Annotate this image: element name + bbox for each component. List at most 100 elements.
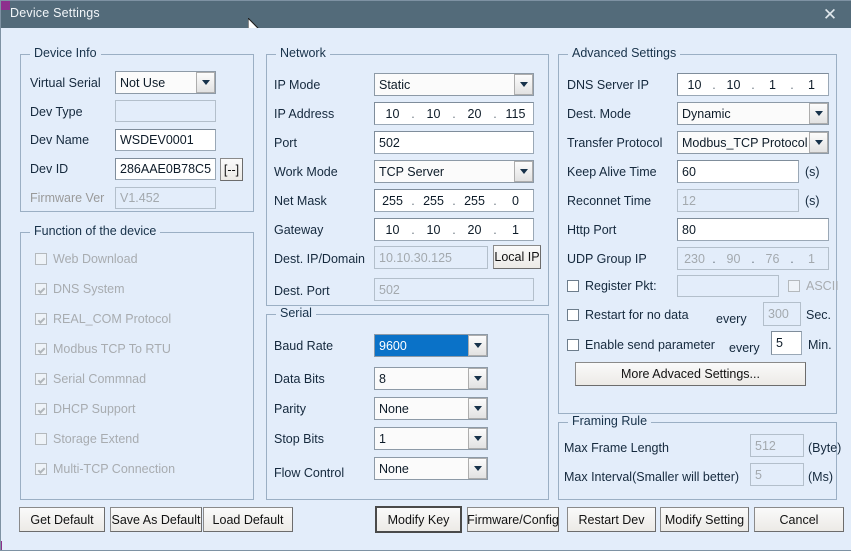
http-port-input[interactable]: 80 [677, 218, 829, 241]
chevron-down-icon[interactable] [468, 458, 487, 479]
checkbox-box [35, 343, 47, 355]
keep-alive-time-label: Keep Alive Time [567, 165, 657, 179]
dest-ip-input[interactable]: 10.10.30.125 [374, 246, 488, 269]
checkbox-label: Storage Extend [53, 432, 140, 446]
transfer-protocol-combo[interactable]: Modbus_TCP Protocol [677, 131, 829, 154]
chevron-down-icon[interactable] [468, 368, 487, 389]
checkbox-enable-send-parameter[interactable]: Enable send parameter [567, 338, 715, 352]
work-mode-combo[interactable]: TCP Server [374, 160, 534, 183]
ascii-label: ASCII [806, 279, 839, 293]
checkbox-restart-for-no-data[interactable]: Restart for no data [567, 308, 689, 322]
dns-octet-1: 10 [687, 77, 702, 92]
max-frame-length-input[interactable]: 512 [750, 434, 804, 457]
work-mode-value: TCP Server [379, 164, 445, 179]
netmask-octet-4: 0 [512, 193, 519, 208]
max-interval-value: 5 [755, 467, 762, 482]
checkbox-dhcp-support[interactable]: DHCP Support [35, 402, 135, 416]
reconnet-time-input: 12 [677, 189, 799, 212]
checkbox-ascii[interactable]: ASCII [788, 279, 839, 293]
close-icon[interactable]: ✕ [808, 1, 851, 28]
dns-server-ip-input[interactable]: 10. 10. 1. 1 [677, 73, 829, 96]
checkbox-storage-extend[interactable]: Storage Extend [35, 432, 139, 446]
firmware-ver-label: Firmware Ver [30, 191, 105, 205]
chevron-down-icon[interactable] [809, 103, 828, 124]
function-group: Function of the device [20, 224, 254, 500]
parity-label: Parity [274, 402, 306, 416]
checkbox-label: Serial Commnad [53, 372, 147, 386]
data-bits-combo[interactable]: 8 [374, 367, 488, 390]
register-pkt-input[interactable] [677, 275, 779, 297]
firmware-config-button[interactable]: Firmware/Config [467, 507, 559, 532]
net-mask-input[interactable]: 255. 255. 255. 0 [374, 189, 534, 212]
chevron-down-icon[interactable] [468, 398, 487, 419]
dev-name-input[interactable]: WSDEV0001 [115, 129, 216, 151]
dest-mode-label: Dest. Mode [567, 107, 631, 121]
checkbox-box [567, 339, 579, 351]
flow-control-value: None [379, 461, 409, 476]
cancel-button[interactable]: Cancel [754, 507, 844, 532]
max-frame-length-unit: (Byte) [808, 441, 842, 455]
gateway-label: Gateway [274, 223, 324, 237]
udp-group-ip-label: UDP Group IP [567, 252, 647, 266]
save-as-default-button[interactable]: Save As Default [110, 507, 202, 532]
dest-port-input[interactable]: 502 [374, 278, 534, 301]
dest-mode-combo[interactable]: Dynamic [677, 102, 829, 125]
ip-address-input[interactable]: 10. 10. 20. 115 [374, 102, 534, 125]
advanced-settings-legend: Advanced Settings [568, 46, 681, 60]
dns-octet-3: 1 [769, 77, 776, 92]
checkbox-serial-commnad[interactable]: Serial Commnad [35, 372, 146, 386]
load-default-button[interactable]: Load Default [203, 507, 293, 532]
keep-alive-time-unit: (s) [805, 165, 820, 179]
checkbox-box [35, 313, 47, 325]
dev-id-value: 286AAE0B78C5 [120, 162, 212, 176]
port-input[interactable]: 502 [374, 131, 534, 154]
transfer-protocol-label: Transfer Protocol [567, 136, 663, 150]
checkbox-multi-tcp-connection[interactable]: Multi-TCP Connection [35, 462, 175, 476]
stop-bits-value: 1 [379, 431, 386, 446]
udp-octet-3: 76 [765, 251, 780, 266]
dev-type-input[interactable] [115, 100, 216, 122]
dev-type-label: Dev Type [30, 105, 83, 119]
virtual-serial-value: Not Use [120, 75, 166, 90]
restart-no-data-input[interactable]: 300 [763, 302, 801, 326]
dev-id-input[interactable]: 286AAE0B78C5 [115, 158, 216, 180]
keep-alive-time-input[interactable]: 60 [677, 160, 799, 183]
ip-octet-3: 20 [467, 106, 482, 121]
checkbox-dns-system[interactable]: DNS System [35, 282, 125, 296]
chevron-down-icon[interactable] [514, 161, 533, 182]
stop-bits-combo[interactable]: 1 [374, 427, 488, 450]
chevron-down-icon[interactable] [809, 132, 828, 153]
enable-send-param-input[interactable]: 5 [771, 331, 802, 355]
baud-rate-combo[interactable]: 9600 [374, 334, 488, 357]
ip-mode-value: Static [379, 77, 411, 92]
local-ip-button[interactable]: Local IP [493, 245, 541, 269]
max-interval-input[interactable]: 5 [750, 463, 804, 486]
firmware-ver-value: V1.452 [120, 191, 160, 205]
ip-mode-combo[interactable]: Static [374, 73, 534, 96]
netmask-octet-2: 255 [423, 193, 444, 208]
more-advanced-settings-button[interactable]: More Advaced Settings... [575, 362, 806, 386]
dest-port-label: Dest. Port [274, 284, 330, 298]
parity-combo[interactable]: None [374, 397, 488, 420]
checkbox-real-com-protocol[interactable]: REAL_COM Protocol [35, 312, 171, 326]
chevron-down-icon[interactable] [514, 74, 533, 95]
chevron-down-icon[interactable] [196, 72, 215, 93]
virtual-serial-label: Virtual Serial [30, 76, 101, 90]
device-info-legend: Device Info [30, 46, 101, 60]
checkbox-modbus-tcp-to-rtu[interactable]: Modbus TCP To RTU [35, 342, 171, 356]
checkbox-web-download[interactable]: Web Download [35, 252, 138, 266]
dest-ip-label: Dest. IP/Domain [274, 252, 366, 266]
chevron-down-icon[interactable] [468, 428, 487, 449]
parity-value: None [379, 401, 409, 416]
restart-every-label: every [716, 312, 747, 326]
modify-setting-button[interactable]: Modify Setting [660, 507, 749, 532]
checkbox-register-pkt[interactable]: Register Pkt: [567, 279, 657, 293]
gateway-input[interactable]: 10. 10. 20. 1 [374, 218, 534, 241]
get-default-button[interactable]: Get Default [19, 507, 105, 532]
chevron-down-icon[interactable] [468, 335, 487, 356]
dev-id-expand-button[interactable]: [--] [220, 158, 243, 181]
modify-key-button[interactable]: Modify Key [375, 506, 462, 533]
virtual-serial-combo[interactable]: Not Use [115, 71, 216, 94]
flow-control-combo[interactable]: None [374, 457, 488, 480]
restart-dev-button[interactable]: Restart Dev [567, 507, 656, 532]
